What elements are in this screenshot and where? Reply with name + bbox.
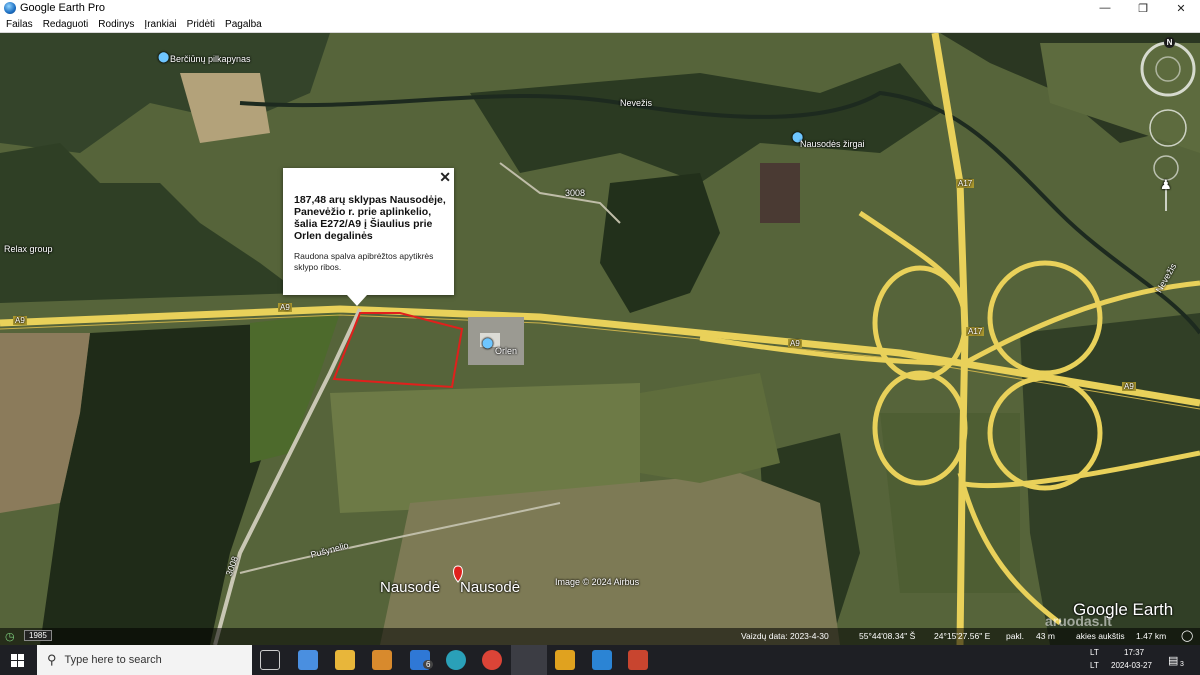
taskbar-search-box[interactable]: ⚲ Type here to search bbox=[37, 645, 252, 675]
longitude: 24°15'27.56" E bbox=[934, 631, 991, 641]
imagery-copyright: Image © 2024 Airbus bbox=[555, 577, 640, 587]
maximize-button[interactable]: ❐ bbox=[1124, 0, 1162, 16]
windows-start-icon[interactable] bbox=[11, 654, 24, 667]
label-a17-south: A17 bbox=[966, 327, 985, 336]
label-a9-mid: A9 bbox=[278, 303, 292, 312]
map-view[interactable]: ⬤ Berčiūnų pilkapynas Nevežis ⬤ Nausodės… bbox=[0, 33, 1200, 645]
search-icon: ⚲ bbox=[47, 652, 57, 667]
eye-altitude-value: 1.47 km bbox=[1136, 631, 1167, 641]
google-earth-app-icon bbox=[4, 2, 16, 14]
clock-time[interactable]: 17:37 bbox=[1124, 648, 1144, 657]
label-pilkapynas[interactable]: Berčiūnų pilkapynas bbox=[170, 54, 251, 64]
satellite-imagery bbox=[0, 33, 1200, 645]
north-compass-icon[interactable]: N bbox=[1164, 37, 1175, 48]
label-nausode-place: Nausodė bbox=[380, 579, 441, 596]
mail-badge: 6 bbox=[423, 660, 434, 669]
aruodas-watermark: aruodas.lt bbox=[1045, 613, 1112, 629]
menu-prideti[interactable]: Pridėti bbox=[183, 19, 219, 30]
store-icon[interactable] bbox=[298, 650, 318, 670]
historical-imagery-icon[interactable]: ◷ bbox=[5, 630, 15, 643]
chrome-icon[interactable] bbox=[482, 650, 502, 670]
powerpoint-icon[interactable] bbox=[628, 650, 648, 670]
label-a9-junction: A9 bbox=[788, 339, 802, 348]
label-zirgai[interactable]: Nausodės žirgai bbox=[800, 139, 865, 149]
edge-icon[interactable] bbox=[446, 650, 466, 670]
label-nevezis-top: Nevežis bbox=[620, 98, 653, 108]
latitude: 55°44'08.34" Š bbox=[859, 631, 916, 641]
imagery-date: Vaizdų data: 2023-4-30 bbox=[741, 631, 829, 641]
clock-date[interactable]: 2024-03-27 bbox=[1111, 661, 1152, 670]
notification-count: 3 bbox=[1180, 661, 1184, 668]
orlen-poi-icon[interactable]: ⬤ bbox=[482, 338, 493, 349]
window-titlebar: Google Earth Pro — ❐ ✕ bbox=[0, 0, 1200, 16]
label-nausode-placemark[interactable]: Nausodė bbox=[460, 579, 520, 596]
elevation-label: pakl. bbox=[1006, 631, 1024, 641]
menu-rodinys[interactable]: Rodinys bbox=[94, 19, 138, 30]
streaming-status-icon: ◯ bbox=[1181, 630, 1194, 642]
label-road-3008: 3008 bbox=[565, 188, 586, 198]
file-explorer-icon[interactable] bbox=[335, 650, 355, 670]
media-player-icon[interactable] bbox=[372, 650, 392, 670]
elevation-value: 43 m bbox=[1036, 631, 1055, 641]
label-a17-north: A17 bbox=[956, 179, 975, 188]
street-view-pegman-icon[interactable]: ♟ bbox=[1160, 177, 1172, 193]
window-title: Google Earth Pro bbox=[20, 2, 105, 14]
keyboard-lang-2[interactable]: LT bbox=[1090, 661, 1099, 670]
historical-year[interactable]: 1985 bbox=[24, 630, 52, 641]
keyboard-lang-1[interactable]: LT bbox=[1090, 648, 1099, 657]
menu-failas[interactable]: Failas bbox=[2, 19, 37, 30]
pilkapynas-poi-icon[interactable]: ⬤ bbox=[158, 52, 169, 63]
outlook-icon[interactable] bbox=[555, 650, 575, 670]
label-relax-group[interactable]: Relax group bbox=[4, 244, 53, 254]
label-a9-right: A9 bbox=[1122, 382, 1136, 391]
notification-icon[interactable]: ▤ bbox=[1168, 654, 1178, 667]
menu-irankiai[interactable]: Įrankiai bbox=[140, 19, 180, 30]
menu-pagalba[interactable]: Pagalba bbox=[221, 19, 266, 30]
menu-bar: Failas Redaguoti Rodinys Įrankiai Pridėt… bbox=[0, 16, 1200, 33]
menu-redaguoti[interactable]: Redaguoti bbox=[39, 19, 93, 30]
label-orlen[interactable]: Orlen bbox=[495, 346, 517, 356]
eye-altitude-label: akies aukštis bbox=[1076, 631, 1125, 641]
windows-taskbar: ⚲ Type here to search 6 LT LT 17:37 2024… bbox=[0, 645, 1200, 675]
task-view-icon[interactable] bbox=[260, 650, 280, 670]
close-window-button[interactable]: ✕ bbox=[1162, 0, 1200, 16]
status-bar: ◷ 1985 Vaizdų data: 2023-4-30 55°44'08.3… bbox=[0, 628, 1200, 645]
placemark-balloon: ✕ 187,48 arų sklypas Nausodėje, Panevėži… bbox=[283, 168, 454, 306]
balloon-title: 187,48 arų sklypas Nausodėje, Panevėžio … bbox=[294, 194, 446, 242]
search-placeholder: Type here to search bbox=[64, 654, 162, 666]
minimize-button[interactable]: — bbox=[1086, 0, 1124, 16]
google-earth-taskbar-button[interactable] bbox=[511, 645, 547, 675]
photos-icon[interactable] bbox=[592, 650, 612, 670]
label-a9-left: A9 bbox=[13, 316, 27, 325]
balloon-description: Raudona spalva apibrėžtos apytikrės skly… bbox=[294, 251, 434, 272]
balloon-close-button[interactable]: ✕ bbox=[439, 170, 451, 184]
window-controls: — ❐ ✕ bbox=[1086, 0, 1200, 16]
